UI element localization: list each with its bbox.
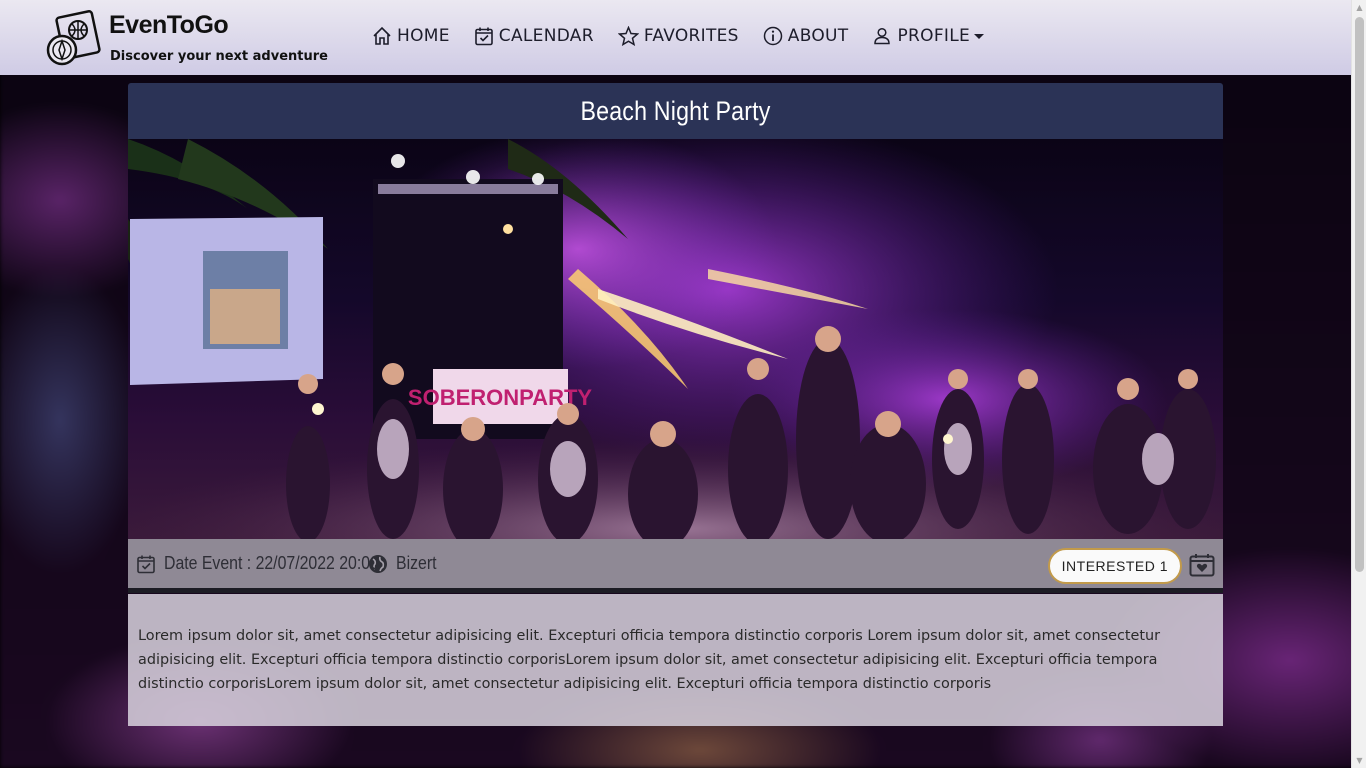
card-header: Beach Night Party xyxy=(128,83,1223,139)
event-location: Bizert xyxy=(396,553,437,573)
nav-item-label: PROFILE xyxy=(897,26,971,46)
event-info-bar: Date Event : 22/07/2022 20:00 Bizert INT… xyxy=(128,539,1223,593)
nav-item-calendar[interactable]: CALENDAR xyxy=(474,26,594,46)
home-icon xyxy=(373,26,391,45)
event-description: Lorem ipsum dolor sit, amet consectetur … xyxy=(128,594,1223,726)
event-image: SOBERONPARTY xyxy=(128,139,1223,539)
chevron-down-icon xyxy=(974,33,985,39)
brand-tagline: Discover your next adventure xyxy=(110,49,328,64)
nav-item-favorites[interactable]: FAVORITES xyxy=(617,26,739,46)
event-card: Beach Night Party SOBERONPARTY Date Even… xyxy=(128,83,1223,726)
interested-label: INTERESTED 1 xyxy=(1061,558,1168,574)
scroll-down-icon[interactable]: ▼ xyxy=(1352,753,1366,768)
calendar-check-icon xyxy=(474,27,493,46)
nav-item-profile[interactable]: PROFILE xyxy=(872,26,985,46)
interested-button[interactable]: INTERESTED 1 xyxy=(1047,548,1182,584)
star-icon xyxy=(617,26,639,46)
nav-item-label: HOME xyxy=(397,26,450,46)
main-nav: HOME CALENDAR FAVORITES ABOUT PROFILE xyxy=(372,22,1008,50)
event-date: Date Event : 22/07/2022 20:00 xyxy=(164,553,379,573)
scrollbar[interactable]: ▲ ▼ xyxy=(1351,0,1366,768)
nav-item-home[interactable]: HOME xyxy=(372,26,450,46)
event-photo: SOBERONPARTY xyxy=(128,139,1223,539)
user-icon xyxy=(874,27,891,45)
navbar: EvenToGo Discover your next adventure HO… xyxy=(0,0,1351,75)
scroll-up-icon[interactable]: ▲ xyxy=(1352,0,1366,15)
nav-item-label: FAVORITES xyxy=(643,26,739,46)
event-title: Beach Night Party xyxy=(580,95,771,126)
brand-name[interactable]: EvenToGo xyxy=(109,11,229,40)
scrollbar-thumb[interactable] xyxy=(1355,17,1364,572)
info-icon xyxy=(763,26,783,46)
logo-icon[interactable] xyxy=(42,10,102,68)
calendar-check-icon xyxy=(137,555,155,573)
calendar-heart-icon[interactable] xyxy=(1189,553,1215,577)
nav-item-label: CALENDAR xyxy=(498,26,594,46)
nav-item-about[interactable]: ABOUT xyxy=(763,26,849,46)
nav-item-label: ABOUT xyxy=(787,26,849,46)
